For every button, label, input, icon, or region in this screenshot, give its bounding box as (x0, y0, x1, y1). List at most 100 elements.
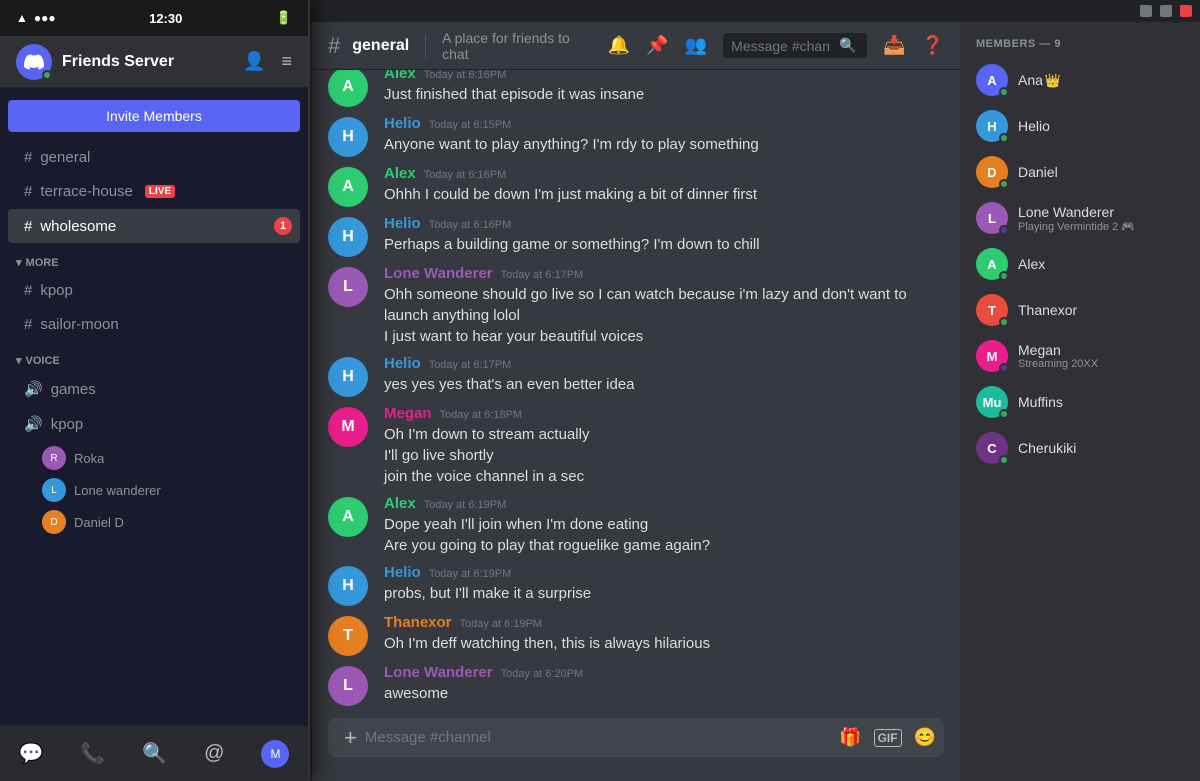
add-attachment-icon[interactable]: + (344, 725, 357, 751)
mobile-channel-wholesome[interactable]: # wholesome 1 (8, 209, 300, 243)
member-item[interactable]: C Cherukiki (968, 426, 1192, 470)
minimize-button[interactable] (1140, 5, 1152, 17)
hash-icon: # (24, 183, 32, 200)
message-group: H Helio Today at 6:16PM Perhaps a buildi… (312, 211, 960, 261)
message-header: Megan Today at 6:18PM (384, 405, 944, 422)
member-name: Megan (1018, 342, 1184, 358)
mobile-overlay: ▲ ●●● 12:30 🔋 Friends Server 👤 ≡ Invite … (0, 0, 310, 781)
member-item[interactable]: D Daniel (968, 150, 1192, 194)
message-author[interactable]: Helio (384, 215, 421, 232)
help-icon[interactable]: ❓ (922, 35, 944, 56)
mobile-header: Friends Server 👤 ≡ (0, 36, 308, 88)
mobile-search-icon[interactable]: 🔍 (142, 741, 167, 766)
member-item[interactable]: A Ana👑 (968, 58, 1192, 102)
message-text: Ohhh I could be down I'm just making a b… (384, 184, 944, 205)
message-group: M Megan Today at 6:18PM Oh I'm down to s… (312, 401, 960, 491)
time-display: 12:30 (149, 11, 182, 26)
mobile-voice-user-daniel-d[interactable]: D Daniel D (0, 506, 308, 538)
members-icon[interactable]: 👥 (685, 35, 707, 56)
search-bar[interactable]: 🔍 (723, 33, 867, 58)
message-text: Perhaps a building game or something? I'… (384, 234, 944, 255)
message-author[interactable]: Alex (384, 70, 416, 82)
message-group: A Alex Today at 6:16PM Ohhh I could be d… (312, 161, 960, 211)
online-indicator (42, 70, 52, 80)
mobile-voice-category[interactable]: ▾ VOICE (0, 342, 308, 371)
message-author[interactable]: Thanexor (384, 614, 452, 631)
member-avatar: A (976, 248, 1008, 280)
message-content: Megan Today at 6:18PM Oh I'm down to str… (384, 405, 944, 487)
mobile-channel-general[interactable]: # general (8, 141, 300, 174)
message-author[interactable]: Helio (384, 564, 421, 581)
emoji-icon[interactable]: 😊 (914, 727, 936, 748)
member-avatar: M (976, 340, 1008, 372)
message-author[interactable]: Lone Wanderer (384, 664, 493, 681)
member-avatar: A (976, 64, 1008, 96)
window-controls[interactable] (1140, 5, 1192, 17)
mobile-bottom-bar: 💬 📞 🔍 @ M (0, 725, 308, 781)
mobile-channel-sailor-moon[interactable]: # sailor-moon (8, 308, 300, 341)
message-author[interactable]: Megan (384, 405, 432, 422)
mobile-channel-kpop[interactable]: # kpop (8, 274, 300, 307)
maximize-button[interactable] (1160, 5, 1172, 17)
message-author[interactable]: Helio (384, 355, 421, 372)
search-input[interactable] (731, 38, 831, 54)
member-info: Megan Streaming 20XX (1018, 342, 1184, 370)
message-author[interactable]: Alex (384, 165, 416, 182)
mobile-voice-kpop[interactable]: 🔊 kpop (8, 407, 300, 441)
mobile-voice-games[interactable]: 🔊 games (8, 372, 300, 406)
member-info: Daniel (1018, 164, 1184, 180)
mobile-voice-user-roka[interactable]: R Roka (0, 442, 308, 474)
member-item[interactable]: L Lone Wanderer Playing Vermintide 2 🎮 (968, 196, 1192, 240)
inbox-icon[interactable]: 📥 (883, 35, 905, 56)
mobile-chat-icon[interactable]: 💬 (18, 741, 43, 766)
mobile-invite-button[interactable]: Invite Members (8, 100, 300, 132)
speaker-icon: 🔊 (24, 380, 43, 398)
message-text: Ohh someone should go live so I can watc… (384, 284, 944, 347)
message-group: A Alex Today at 6:19PM Dope yeah I'll jo… (312, 491, 960, 560)
message-text-line: Dope yeah I'll join when I'm done eating (384, 514, 944, 535)
message-group: H Helio Today at 6:17PM yes yes yes that… (312, 351, 960, 401)
message-header: Helio Today at 6:15PM (384, 115, 944, 132)
message-text-line: I'll go live shortly (384, 445, 944, 466)
chevron-icon: ▾ (16, 256, 22, 269)
mobile-more-category[interactable]: ▾ MORE (0, 244, 308, 273)
mobile-profile-icon[interactable]: M (261, 740, 289, 768)
message-header: Alex Today at 6:16PM (384, 165, 944, 182)
message-text-line: probs, but I'll make it a surprise (384, 583, 944, 604)
message-time: Today at 6:19PM (424, 499, 507, 511)
mobile-voice-user-lone-wanderer[interactable]: L Lone wanderer (0, 474, 308, 506)
mobile-menu-icon[interactable]: ≡ (281, 51, 292, 72)
mobile-mention-icon[interactable]: @ (204, 742, 224, 765)
pin-icon[interactable]: 📌 (646, 35, 668, 56)
message-time: Today at 6:17PM (429, 359, 512, 371)
message-author[interactable]: Lone Wanderer (384, 265, 493, 282)
bell-icon[interactable]: 🔔 (608, 35, 630, 56)
close-button[interactable] (1180, 5, 1192, 17)
member-item[interactable]: H Helio (968, 104, 1192, 148)
member-status-dot (999, 317, 1009, 327)
member-name: Thanexor (1018, 302, 1184, 318)
gif-icon[interactable]: GIF (874, 729, 902, 747)
message-input[interactable] (365, 718, 831, 757)
members-sidebar: MEMBERS — 9 A Ana👑 H Helio D Daniel (960, 22, 1200, 781)
mobile-channels: Invite Members # general # terrace-house… (0, 88, 308, 725)
message-author[interactable]: Alex (384, 495, 416, 512)
mobile-add-user-icon[interactable]: 👤 (243, 51, 265, 72)
header-actions: 🔔 📌 👥 🔍 📥 ❓ (608, 33, 944, 58)
member-info: Lone Wanderer Playing Vermintide 2 🎮 (1018, 204, 1184, 233)
member-item[interactable]: M Megan Streaming 20XX (968, 334, 1192, 378)
mobile-call-icon[interactable]: 📞 (80, 741, 105, 766)
message-author[interactable]: Helio (384, 115, 421, 132)
member-item[interactable]: T Thanexor (968, 288, 1192, 332)
gift-icon[interactable]: 🎁 (839, 727, 861, 748)
mobile-channel-terrace-house[interactable]: # terrace-house LIVE (8, 175, 300, 208)
message-text-line: I just want to hear your beautiful voice… (384, 326, 944, 347)
member-item[interactable]: Mu Muffins (968, 380, 1192, 424)
member-avatar: L (976, 202, 1008, 234)
message-group: A Alex Today at 6:16PM Just finished tha… (312, 70, 960, 111)
member-badge: 👑 (1045, 73, 1061, 88)
message-text-line: Just finished that episode it was insane (384, 84, 944, 105)
message-text: Anyone want to play anything? I'm rdy to… (384, 134, 944, 155)
member-item[interactable]: A Alex (968, 242, 1192, 286)
message-text-line: yes yes yes that's an even better idea (384, 374, 944, 395)
